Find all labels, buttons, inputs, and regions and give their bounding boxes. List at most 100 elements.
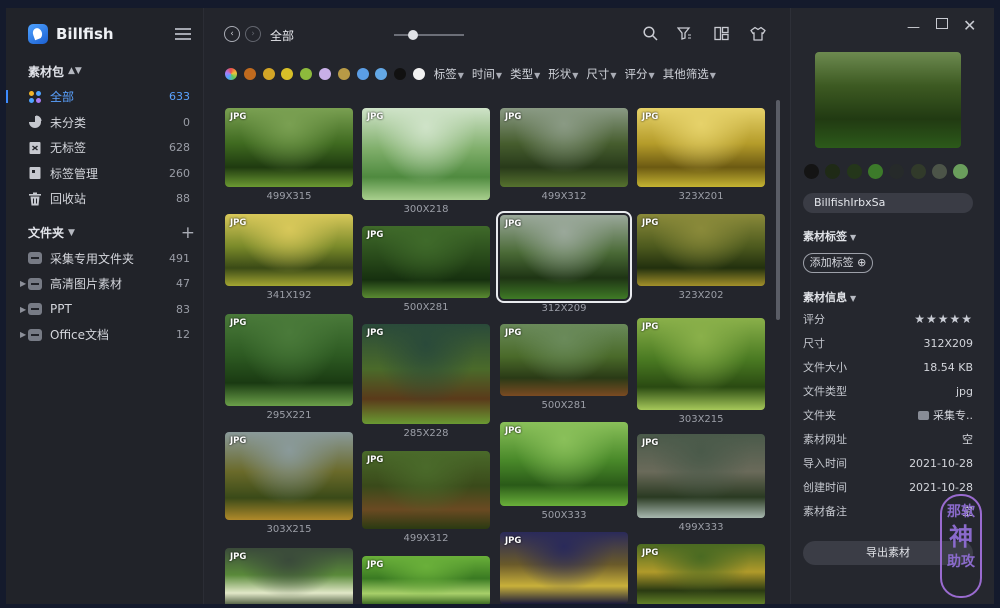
folder-item[interactable]: ▶ PPT 83 xyxy=(6,297,203,323)
thumbnail-image[interactable]: JPG xyxy=(637,544,765,604)
filter-dropdown[interactable]: 形状▼ xyxy=(548,66,578,82)
info-value[interactable]: 采集专.. xyxy=(918,407,973,423)
slider-knob[interactable] xyxy=(408,30,418,40)
forward-icon[interactable]: › xyxy=(245,26,261,42)
thumbnail-card[interactable]: JPG xyxy=(637,544,765,604)
sidebar-item[interactable]: 全部 633 xyxy=(6,84,203,110)
tags-section-title[interactable]: 素材标签 ▼ xyxy=(803,228,856,244)
sidebar-item[interactable]: 标签管理 260 xyxy=(6,161,203,187)
sidebar-item[interactable]: 无标签 628 xyxy=(6,135,203,161)
palette-swatch[interactable] xyxy=(846,164,862,179)
thumbnail-card[interactable]: JPG 312X209 xyxy=(496,211,632,315)
color-filter-dot[interactable] xyxy=(394,68,407,80)
color-filter-dot[interactable] xyxy=(243,68,256,80)
color-filter-dot[interactable] xyxy=(318,68,331,80)
color-filter-dot[interactable] xyxy=(337,68,350,80)
color-filter-dot[interactable] xyxy=(375,68,388,80)
thumbnail-card[interactable]: JPG xyxy=(500,532,628,604)
thumbnail-image[interactable]: JPG xyxy=(500,532,628,604)
close-icon[interactable]: ✕ xyxy=(963,16,976,35)
thumbnail-image[interactable]: JPG xyxy=(637,108,765,187)
thumbnail-card[interactable]: JPG 499X312 xyxy=(500,108,628,203)
search-icon[interactable] xyxy=(642,26,658,42)
thumbnail-size-slider[interactable] xyxy=(394,30,464,40)
add-folder-icon[interactable]: + xyxy=(181,223,195,243)
maximize-icon[interactable] xyxy=(936,18,948,29)
palette-swatch[interactable] xyxy=(804,164,819,179)
filter-dropdown[interactable]: 时间▼ xyxy=(472,66,502,82)
thumbnail-image[interactable]: JPG xyxy=(500,108,628,187)
thumbnail-image[interactable]: JPG xyxy=(225,214,353,286)
filter-icon[interactable] xyxy=(676,26,692,42)
file-name-field[interactable]: BillfishIrbxSa xyxy=(803,193,973,213)
color-filter-dot[interactable] xyxy=(300,68,313,80)
back-icon[interactable]: ‹ xyxy=(224,26,240,42)
filter-dropdown[interactable]: 评分▼ xyxy=(625,66,655,82)
thumbnail-card[interactable]: JPG 499X312 xyxy=(362,451,490,545)
thumbnail-image[interactable]: JPG xyxy=(362,108,490,200)
minimize-icon[interactable]: — xyxy=(907,20,920,35)
palette-swatch[interactable] xyxy=(910,164,926,179)
thumbnail-image[interactable]: JPG xyxy=(500,324,628,396)
thumbnail-image[interactable]: JPG xyxy=(500,422,628,506)
thumbnail-image[interactable]: JPG xyxy=(637,318,765,410)
library-switcher[interactable]: 素材包 ▲▼ xyxy=(6,60,203,82)
palette-swatch[interactable] xyxy=(867,164,883,179)
skin-icon[interactable] xyxy=(750,26,766,42)
thumbnail-card[interactable]: JPG 499X315 xyxy=(225,108,353,203)
thumbnail-image[interactable]: JPG xyxy=(362,451,490,529)
color-filter-dot[interactable] xyxy=(262,68,275,80)
thumbnail-card[interactable]: JPG 500X333 xyxy=(500,422,628,522)
thumbnail-image[interactable]: JPG xyxy=(362,226,490,298)
layout-icon[interactable] xyxy=(713,26,729,42)
thumbnail-image[interactable]: JPG xyxy=(225,548,353,604)
color-filter-dot[interactable] xyxy=(356,68,369,80)
expand-arrow-icon[interactable]: ▶ xyxy=(20,305,26,314)
thumbnail-card[interactable]: JPG xyxy=(362,556,490,604)
thumbnail-image[interactable]: JPG xyxy=(225,108,353,187)
thumbnail-card[interactable]: JPG 303X215 xyxy=(225,432,353,536)
thumbnail-image[interactable]: JPG xyxy=(496,211,632,303)
info-value[interactable]: 空 xyxy=(962,431,973,447)
grid-scrollbar[interactable] xyxy=(776,100,780,320)
thumbnail-card[interactable]: JPG 323X202 xyxy=(637,214,765,302)
palette-swatch[interactable] xyxy=(889,164,905,179)
thumbnail-image[interactable]: JPG xyxy=(637,214,765,286)
thumbnail-image[interactable]: JPG xyxy=(225,314,353,406)
color-filter-dot[interactable] xyxy=(412,68,425,80)
folder-item[interactable]: ▶ 高清图片素材 47 xyxy=(6,271,203,297)
filter-dropdown[interactable]: 类型▼ xyxy=(510,66,540,82)
thumbnail-card[interactable]: JPG 500X281 xyxy=(500,324,628,412)
palette-swatch[interactable] xyxy=(931,164,947,179)
thumbnail-card[interactable]: JPG 295X221 xyxy=(225,314,353,422)
thumbnail-image[interactable]: JPG xyxy=(225,432,353,520)
thumbnail-image[interactable]: JPG xyxy=(637,434,765,518)
sidebar-item[interactable]: 未分类 0 xyxy=(6,110,203,136)
palette-swatch[interactable] xyxy=(953,164,969,179)
add-tag-button[interactable]: 添加标签 ⊕ xyxy=(803,253,873,273)
thumbnail-image[interactable]: JPG xyxy=(362,556,490,604)
thumbnail-card[interactable]: JPG 341X192 xyxy=(225,214,353,302)
sidebar-item[interactable]: 回收站 88 xyxy=(6,186,203,212)
thumbnail-card[interactable]: JPG 285X228 xyxy=(362,324,490,440)
info-section-title[interactable]: 素材信息 ▼ xyxy=(803,289,856,305)
thumbnail-card[interactable]: JPG 323X201 xyxy=(637,108,765,203)
folder-item[interactable]: 采集专用文件夹 491 xyxy=(6,246,203,272)
folders-section[interactable]: 文件夹 ▼ + xyxy=(6,222,203,244)
list-menu-icon[interactable] xyxy=(175,28,191,40)
palette-swatch[interactable] xyxy=(825,164,841,179)
thumbnail-card[interactable]: JPG 303X215 xyxy=(637,318,765,426)
expand-arrow-icon[interactable]: ▶ xyxy=(20,330,26,339)
thumbnail-image[interactable]: JPG xyxy=(362,324,490,424)
thumbnail-card[interactable]: JPG 500X281 xyxy=(362,226,490,314)
color-wheel-icon[interactable] xyxy=(225,68,237,80)
color-filter-dot[interactable] xyxy=(281,68,294,80)
thumbnail-card[interactable]: JPG 300X218 xyxy=(362,108,490,216)
rating-stars[interactable]: ★★★★★ xyxy=(914,312,973,326)
filter-dropdown[interactable]: 其他筛选▼ xyxy=(663,66,716,82)
filter-dropdown[interactable]: 标签▼ xyxy=(434,66,464,82)
thumbnail-card[interactable]: JPG 499X333 xyxy=(637,434,765,534)
expand-arrow-icon[interactable]: ▶ xyxy=(20,279,26,288)
folder-item[interactable]: ▶ Office文档 12 xyxy=(6,322,203,348)
thumbnail-card[interactable]: JPG xyxy=(225,548,353,604)
